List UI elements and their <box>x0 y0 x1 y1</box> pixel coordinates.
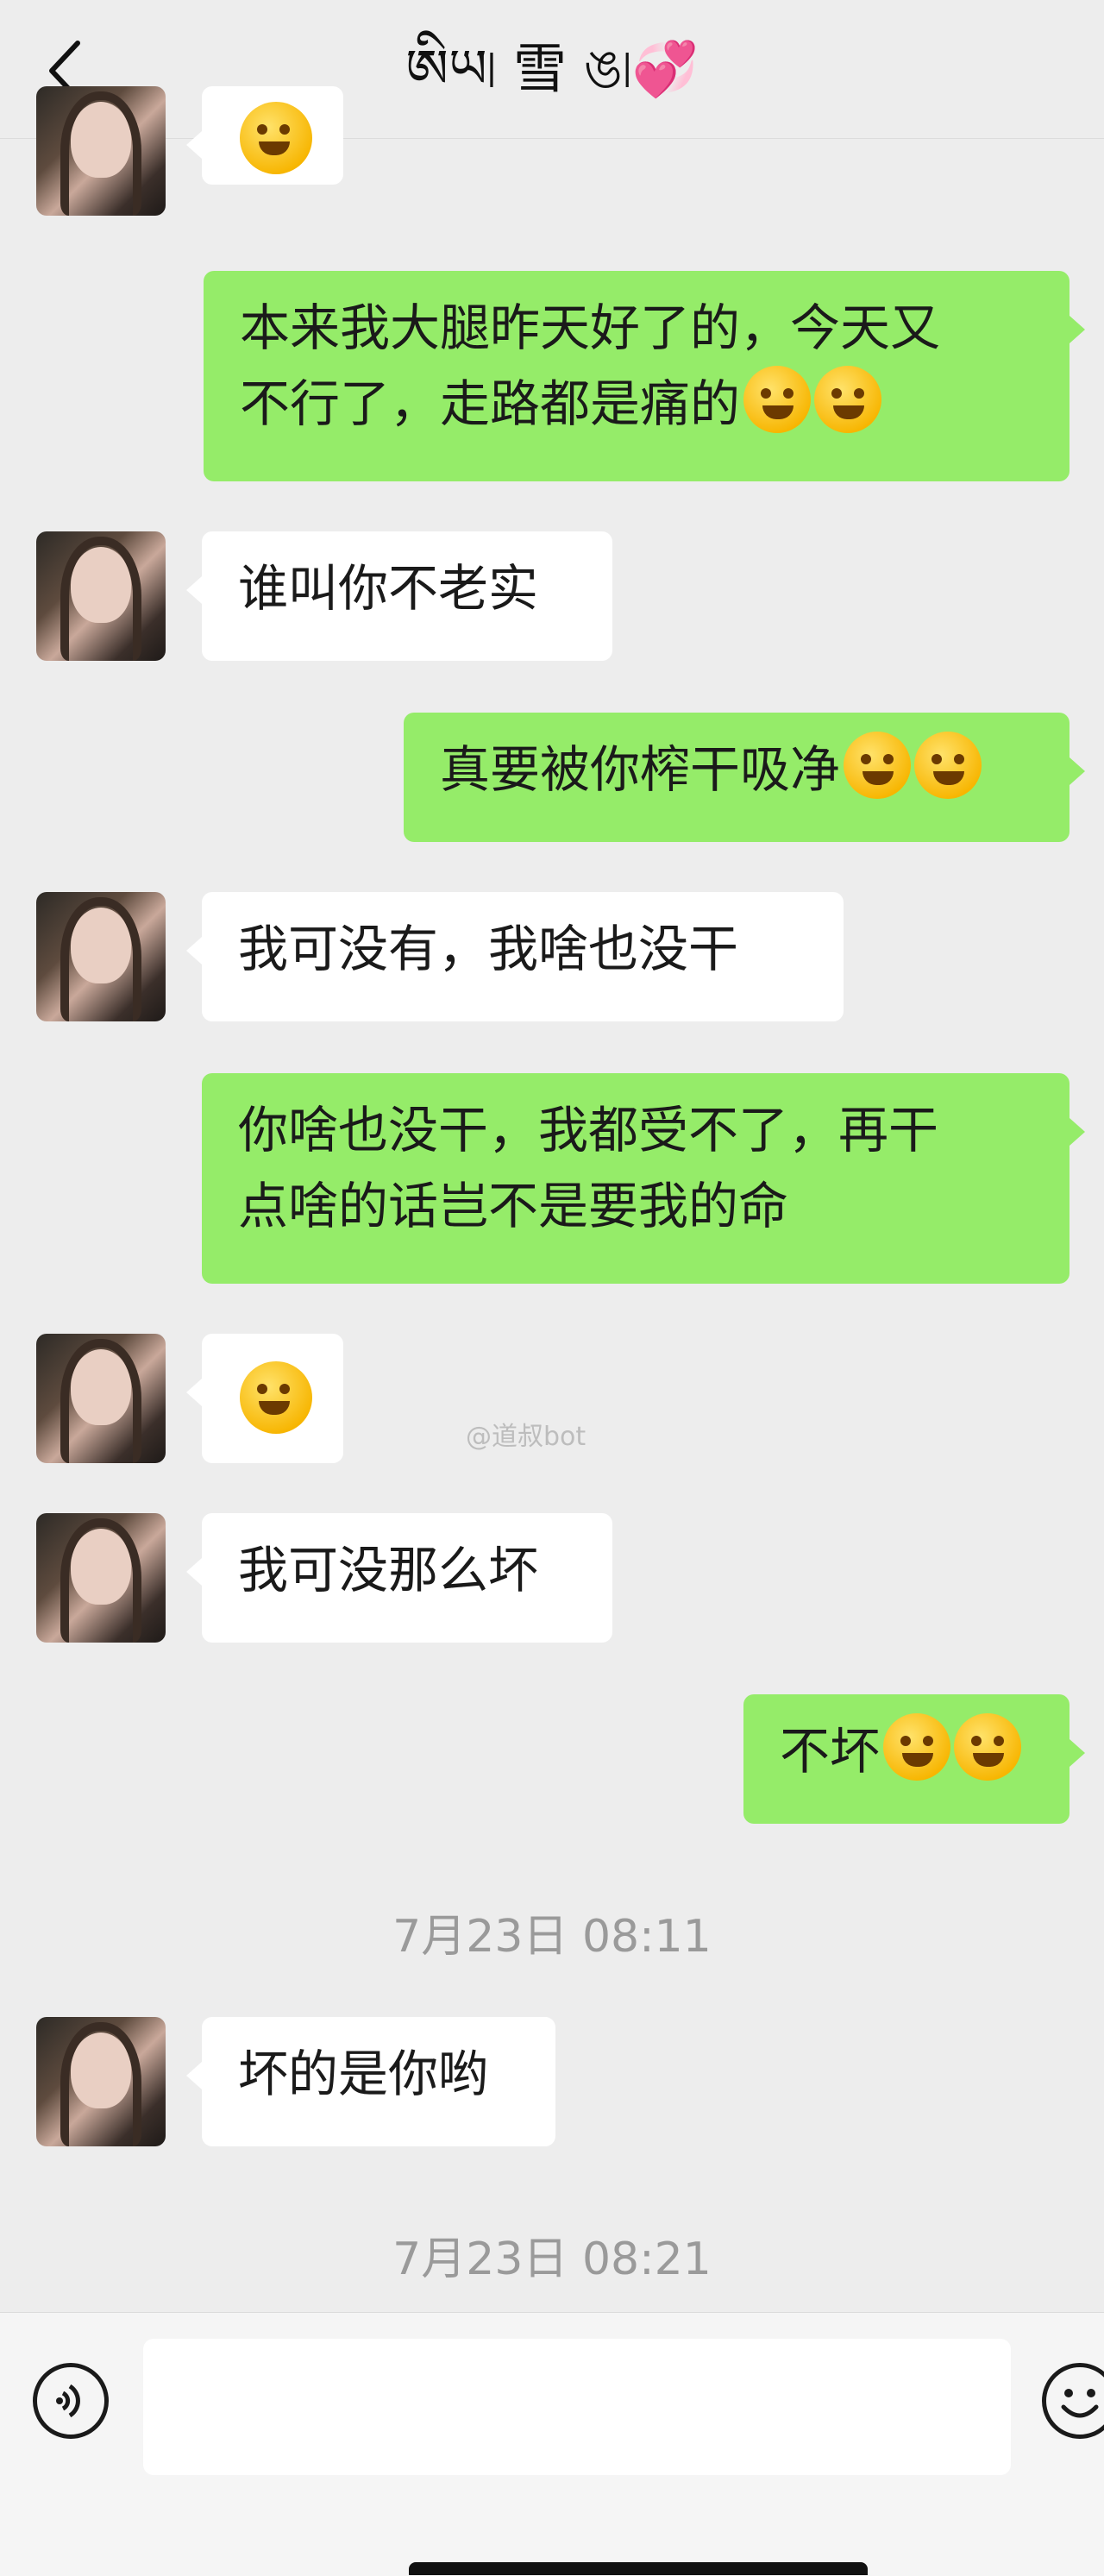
message-bubble[interactable]: 本来我大腿昨天好了的，今天又 不行了，走路都是痛的 <box>204 271 1085 481</box>
message-text-line: 不坏 <box>780 1713 1033 1789</box>
message-text: 你啥也没干，我都受不了，再干 <box>238 1101 939 1159</box>
message-bubble[interactable]: 坏的是你哟 <box>186 2017 555 2146</box>
home-indicator <box>409 2562 868 2575</box>
contact-avatar[interactable] <box>36 1513 166 1643</box>
voice-icon[interactable] <box>33 2363 109 2439</box>
message-text-line-2: 点啥的话岂不是要我的命 <box>238 1177 789 1235</box>
contact-avatar[interactable] <box>36 86 166 216</box>
contact-avatar[interactable] <box>36 531 166 661</box>
message-bubble[interactable]: 不坏 <box>743 1694 1085 1824</box>
message-list[interactable]: 本来我大腿昨天好了的，今天又 不行了，走路都是痛的 谁叫你不老实 真要被你榨干吸… <box>0 86 1104 2312</box>
message-bubble[interactable]: 你啥也没干，我都受不了，再干 点啥的话岂不是要我的命 <box>202 1073 1085 1284</box>
emoji-face-icon[interactable] <box>1042 2363 1104 2439</box>
timestamp: 7月23日 08:11 <box>392 1911 712 1963</box>
chat-header: ཨིཡ৷ 雪 ঙ৷💞 <box>0 0 1104 139</box>
message-input[interactable] <box>143 2339 1011 2475</box>
message-bubble[interactable]: 我可没那么坏 <box>186 1513 612 1643</box>
contact-avatar[interactable] <box>36 892 166 1021</box>
contact-avatar[interactable] <box>36 1334 166 1463</box>
message-bubble[interactable] <box>186 86 343 185</box>
shocked-emoji-icon <box>954 1713 1022 1781</box>
message-text: 我可没有，我啥也没干 <box>238 920 739 978</box>
input-bar <box>0 2312 1104 2576</box>
laugh-cry-emoji-icon <box>240 1361 312 1434</box>
shush-emoji-icon <box>914 732 982 799</box>
message-text: 坏的是你哟 <box>238 2045 489 2103</box>
message-text: 我可没那么坏 <box>238 1541 539 1599</box>
message-bubble[interactable] <box>186 1334 343 1463</box>
message-bubble[interactable]: 我可没有，我啥也没干 <box>186 892 844 1021</box>
watermark: @道叔bot <box>466 1422 586 1452</box>
timestamp: 7月23日 08:21 <box>392 2234 712 2285</box>
shush-emoji-icon <box>844 732 912 799</box>
contact-avatar[interactable] <box>36 2017 166 2146</box>
message-text-line-2: 不行了，走路都是痛的 <box>240 366 1033 442</box>
shocked-emoji-icon <box>883 1713 951 1781</box>
message-bubble[interactable]: 谁叫你不老实 <box>186 531 612 661</box>
message-text: 本来我大腿昨天好了的，今天又 <box>240 298 941 357</box>
chat-title: ཨིཡ৷ 雪 ঙ৷💞 <box>405 37 699 100</box>
crying-emoji-icon <box>743 366 812 433</box>
laugh-cry-emoji-icon <box>240 102 312 174</box>
message-bubble[interactable]: 真要被你榨干吸净 <box>404 713 1085 842</box>
message-text-line: 真要被你榨干吸净 <box>440 732 1033 807</box>
message-text: 谁叫你不老实 <box>238 559 539 618</box>
crying-emoji-icon <box>814 366 882 433</box>
